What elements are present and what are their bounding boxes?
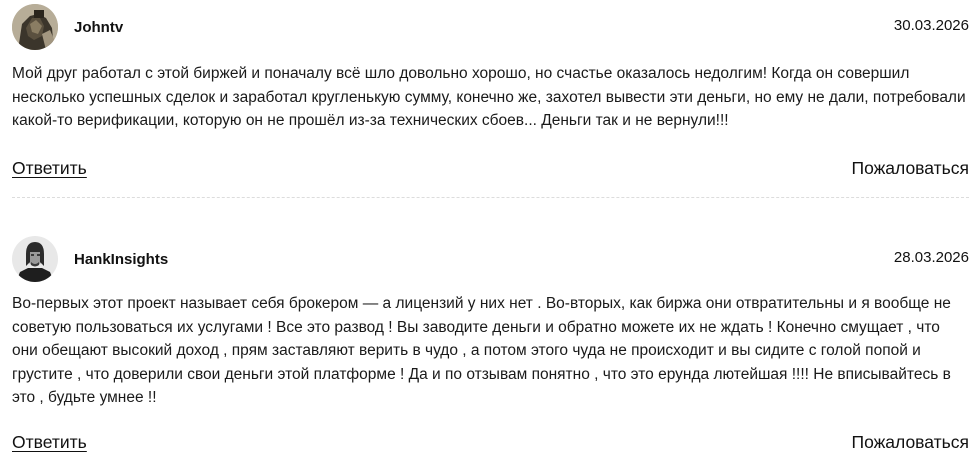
user-photo-icon (12, 236, 58, 282)
comment-item: Johntv 30.03.2026 Мой друг работал с это… (12, 4, 969, 184)
comment-actions: Ответить Пожаловаться (12, 158, 969, 184)
comment-text: Мой друг работал с этой биржей и поначал… (12, 65, 966, 129)
comment-date: 28.03.2026 (893, 249, 969, 266)
comment-actions: Ответить Пожаловаться (12, 432, 969, 458)
comment-author: Johntv (74, 19, 124, 36)
reply-link[interactable]: Ответить (12, 158, 87, 179)
reply-link[interactable]: Ответить (12, 432, 87, 453)
user-photo-icon (12, 4, 58, 50)
comment-text: Во-первых этот проект называет себя брок… (12, 295, 951, 406)
avatar[interactable] (12, 4, 58, 50)
comment-date: 30.03.2026 (893, 17, 969, 34)
comment-author: HankInsights (74, 251, 169, 268)
comment-header: Johntv 30.03.2026 (12, 4, 969, 52)
comment-divider (12, 197, 969, 198)
avatar[interactable] (12, 236, 58, 282)
report-link[interactable]: Пожаловаться (851, 432, 969, 453)
comment-item: HankInsights 28.03.2026 Во-первых этот п… (12, 236, 969, 458)
comment-header: HankInsights 28.03.2026 (12, 236, 969, 284)
report-link[interactable]: Пожаловаться (851, 158, 969, 179)
